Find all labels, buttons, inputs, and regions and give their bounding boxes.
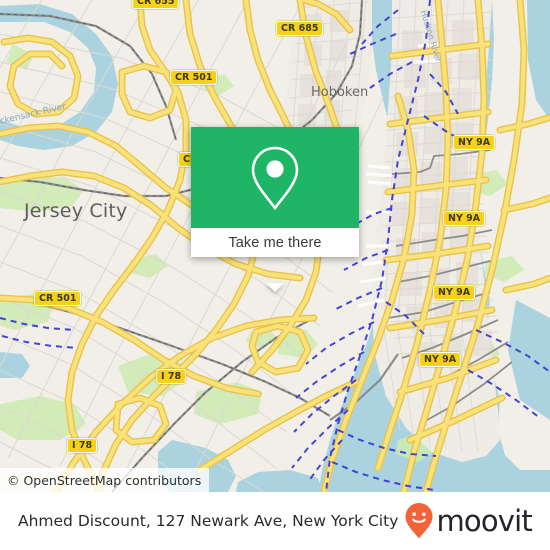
shield-ny-9a-3: NY 9A <box>433 285 476 300</box>
map-pin-icon <box>251 146 299 210</box>
shield-cr-501-north: CR 501 <box>170 70 218 85</box>
screenshot-root: Jersey City Hoboken ckensack River Hudso… <box>0 0 550 550</box>
attribution-text: © OpenStreetMap contributors <box>7 472 202 488</box>
map-attribution[interactable]: © OpenStreetMap contributors <box>0 468 210 492</box>
shield-i-78-2: I 78 <box>67 438 98 453</box>
moovit-logo[interactable]: moovit <box>404 502 533 540</box>
shield-cr-655: CR 655 <box>132 0 180 9</box>
shield-ny-9a-2: NY 9A <box>443 211 486 226</box>
shield-ny-9a-1: NY 9A <box>453 135 496 150</box>
shield-ny-9a-4: NY 9A <box>419 352 462 367</box>
shield-cr-685: CR 685 <box>276 21 324 36</box>
location-popup-card[interactable]: Take me there <box>191 127 359 292</box>
popup-tail <box>266 283 284 292</box>
moovit-wordmark: moovit <box>436 503 532 538</box>
take-me-there-button[interactable]: Take me there <box>191 228 359 257</box>
footer-bar: Ahmed Discount, 127 Newark Ave, New York… <box>0 492 550 550</box>
shield-i-78-1: I 78 <box>156 369 187 384</box>
shield-cr-501-south: CR 501 <box>34 291 82 306</box>
map-canvas[interactable]: Jersey City Hoboken ckensack River Hudso… <box>0 0 550 492</box>
take-me-there-label: Take me there <box>228 234 322 251</box>
moovit-smiley-pin-icon <box>405 503 433 539</box>
location-address: Ahmed Discount, 127 Newark Ave, New York… <box>18 512 399 530</box>
popup-pin-header <box>191 127 359 228</box>
